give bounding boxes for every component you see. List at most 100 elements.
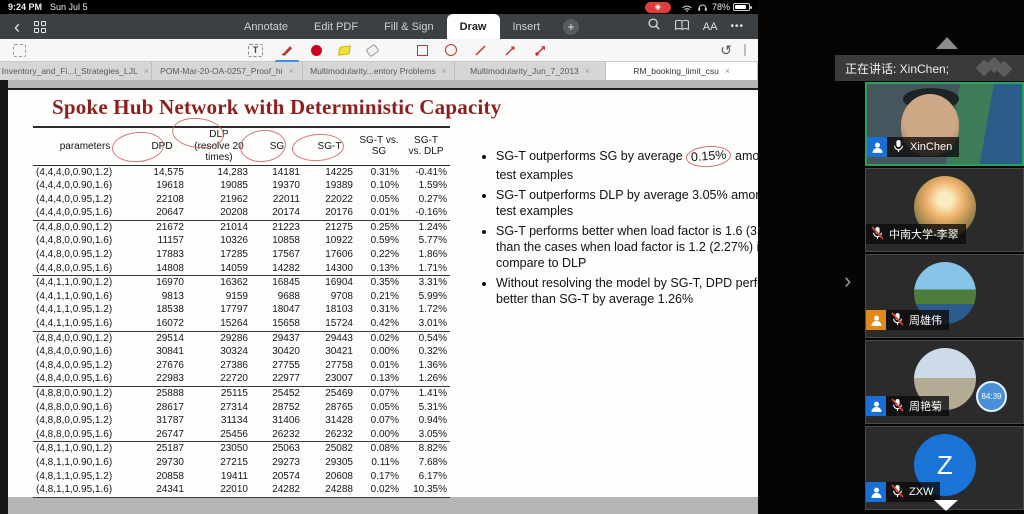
scroll-up-icon[interactable] xyxy=(936,37,958,49)
mode-tab-fill-sign[interactable]: Fill & Sign xyxy=(371,14,447,39)
rectangle-shape-tool[interactable] xyxy=(417,39,428,62)
mode-tab-insert[interactable]: Insert xyxy=(500,14,554,39)
table-cell: 10326 xyxy=(187,234,251,248)
table-cell: 15264 xyxy=(187,317,251,331)
table-header-5: SG-T vs. SG xyxy=(356,127,402,165)
table-cell: 1.24% xyxy=(402,220,450,234)
table-cell: 25888 xyxy=(137,387,187,401)
bullet-item: SG-T outperforms SG by average 0.15% amo… xyxy=(496,146,802,183)
doc-tab-multimodularity-entory-probl[interactable]: Multimodularity...entory Problems× xyxy=(303,62,455,80)
table-cell: 0.05% xyxy=(356,193,402,207)
now-speaking-banner: 正在讲话: XinChen; xyxy=(835,55,1024,81)
more-options-button[interactable]: ••• xyxy=(730,21,744,32)
table-cell: 19370 xyxy=(251,179,303,193)
table-cell: 3.05% xyxy=(402,428,450,442)
thumbnails-grid-button[interactable] xyxy=(34,21,46,33)
doc-tab-pom-mar-20-oa-0257-proof-hi[interactable]: POM-Mar-20-OA-0257_Proof_hi× xyxy=(152,62,304,80)
table-cell: 22022 xyxy=(303,193,356,207)
meeting-panel: 正在讲话: XinChen; › XinChen中南大学-李翠周雄伟 84:39周… xyxy=(758,0,1024,514)
table-cell: 27314 xyxy=(187,401,251,415)
scroll-down-icon[interactable] xyxy=(934,500,958,511)
highlighter-tool[interactable] xyxy=(339,39,350,62)
table-cell: 26232 xyxy=(251,428,303,442)
pen-tool[interactable] xyxy=(280,39,294,62)
add-annotation-button[interactable]: + xyxy=(563,19,579,35)
connector-arrow-tool[interactable] xyxy=(534,39,547,62)
table-cell: 10.35% xyxy=(402,483,450,497)
table-row: (4,4,1,1,0.95,1.2)185381779718047181030.… xyxy=(33,303,450,317)
table-cell: 28617 xyxy=(137,401,187,415)
table-cell: 0.17% xyxy=(356,470,402,484)
close-tab-icon[interactable]: × xyxy=(585,66,590,76)
participant-tile-[interactable]: 周雄伟 xyxy=(865,254,1024,338)
undo-button[interactable]: ↺ xyxy=(720,42,732,59)
participant-tile-zxw[interactable]: ZZXW xyxy=(865,426,1024,510)
mode-tab-edit-pdf[interactable]: Edit PDF xyxy=(301,14,371,39)
table-cell: 10858 xyxy=(251,234,303,248)
search-icon[interactable] xyxy=(647,17,661,36)
close-tab-icon[interactable]: × xyxy=(725,66,730,76)
table-cell: 25452 xyxy=(251,387,303,401)
person-badge-icon xyxy=(866,310,886,330)
table-cell: (4,8,4,0,0.95,1.2) xyxy=(33,359,137,373)
table-cell: (4,4,4,0,0.95,1.2) xyxy=(33,193,137,207)
table-row: (4,4,4,0,0.90,1.2)14,57514,2831418114225… xyxy=(33,165,450,179)
table-cell: 30421 xyxy=(303,345,356,359)
text-box-tool[interactable]: T xyxy=(248,39,263,62)
mode-tab-annotate[interactable]: Annotate xyxy=(231,14,301,39)
table-row: (4,8,1,1,0.90,1.2)251872305025063250820.… xyxy=(33,442,450,456)
participant-tile-[interactable]: 84:39周艳菊 xyxy=(865,340,1024,424)
table-cell: 24288 xyxy=(303,483,356,497)
table-cell: 14,283 xyxy=(187,165,251,179)
table-cell: 16362 xyxy=(187,276,251,290)
table-cell: 22011 xyxy=(251,193,303,207)
table-cell: (4,8,1,1,0.95,1.6) xyxy=(33,483,137,497)
table-cell: (4,8,1,1,0.95,1.2) xyxy=(33,470,137,484)
close-tab-icon[interactable]: × xyxy=(144,66,149,76)
arrow-shape-tool[interactable] xyxy=(504,39,517,62)
close-tab-icon[interactable]: × xyxy=(288,66,293,76)
doc-tab-multimodularity-jun-7-2013[interactable]: Multimodularity_Jun_7_2013× xyxy=(455,62,607,80)
toolbar-handle[interactable] xyxy=(744,44,746,56)
table-cell: 21014 xyxy=(187,220,251,234)
table-cell: (4,8,8,0,0.95,1.2) xyxy=(33,414,137,428)
line-shape-tool[interactable] xyxy=(474,39,487,62)
table-cell: 5.99% xyxy=(402,290,450,304)
ellipse-shape-tool[interactable] xyxy=(445,39,457,62)
table-cell: 25456 xyxy=(187,428,251,442)
table-cell: 5.77% xyxy=(402,234,450,248)
doc-tab-inventory-and-fi-l-strategie[interactable]: Inventory_and_Fi...l_Strategies_LJL× xyxy=(0,62,152,80)
reader-book-icon[interactable] xyxy=(674,18,690,36)
table-cell: (4,4,4,0,0.90,1.2) xyxy=(33,165,137,179)
eraser-tool[interactable] xyxy=(367,39,378,62)
close-tab-icon[interactable]: × xyxy=(442,66,447,76)
table-cell: 22983 xyxy=(137,372,187,386)
table-cell: 1.86% xyxy=(402,248,450,262)
table-cell: 22108 xyxy=(137,193,187,207)
table-cell: 30841 xyxy=(137,345,187,359)
table-cell: (4,8,8,0,0.95,1.6) xyxy=(33,428,137,442)
color-swatch-red[interactable] xyxy=(311,39,322,62)
mic-muted-icon xyxy=(891,398,904,415)
table-cell: 17567 xyxy=(251,248,303,262)
participant-name: 周雄伟 xyxy=(909,312,942,328)
table-cell: (4,4,8,0,0.95,1.2) xyxy=(33,248,137,262)
recording-indicator[interactable]: ◉ xyxy=(645,2,671,13)
table-cell: (4,4,1,1,0.90,1.2) xyxy=(33,276,137,290)
participant-tile-[interactable]: 中南大学-李翠 xyxy=(865,168,1024,252)
table-cell: 17883 xyxy=(137,248,187,262)
table-cell: 23050 xyxy=(187,442,251,456)
table-cell: 3.31% xyxy=(402,276,450,290)
selection-tool-icon[interactable] xyxy=(13,44,26,57)
mode-tab-draw[interactable]: Draw xyxy=(447,14,500,39)
participant-name-bar: 周雄伟 xyxy=(886,310,949,330)
participant-tile-xinchen[interactable]: XinChen xyxy=(865,82,1024,166)
text-settings-button[interactable]: AA xyxy=(703,21,718,33)
table-cell: 19411 xyxy=(187,470,251,484)
collapse-panel-chevron[interactable]: › xyxy=(844,268,851,294)
table-cell: -0.16% xyxy=(402,206,450,220)
doc-tab-rm-booking-limit-csu[interactable]: RM_booking_limit_csu× xyxy=(606,62,758,80)
slide-page[interactable]: Spoke Hub Network with Deterministic Cap… xyxy=(8,88,758,497)
back-button[interactable]: ‹ xyxy=(14,18,20,36)
table-header-6: SG-T vs. DLP xyxy=(402,127,450,165)
